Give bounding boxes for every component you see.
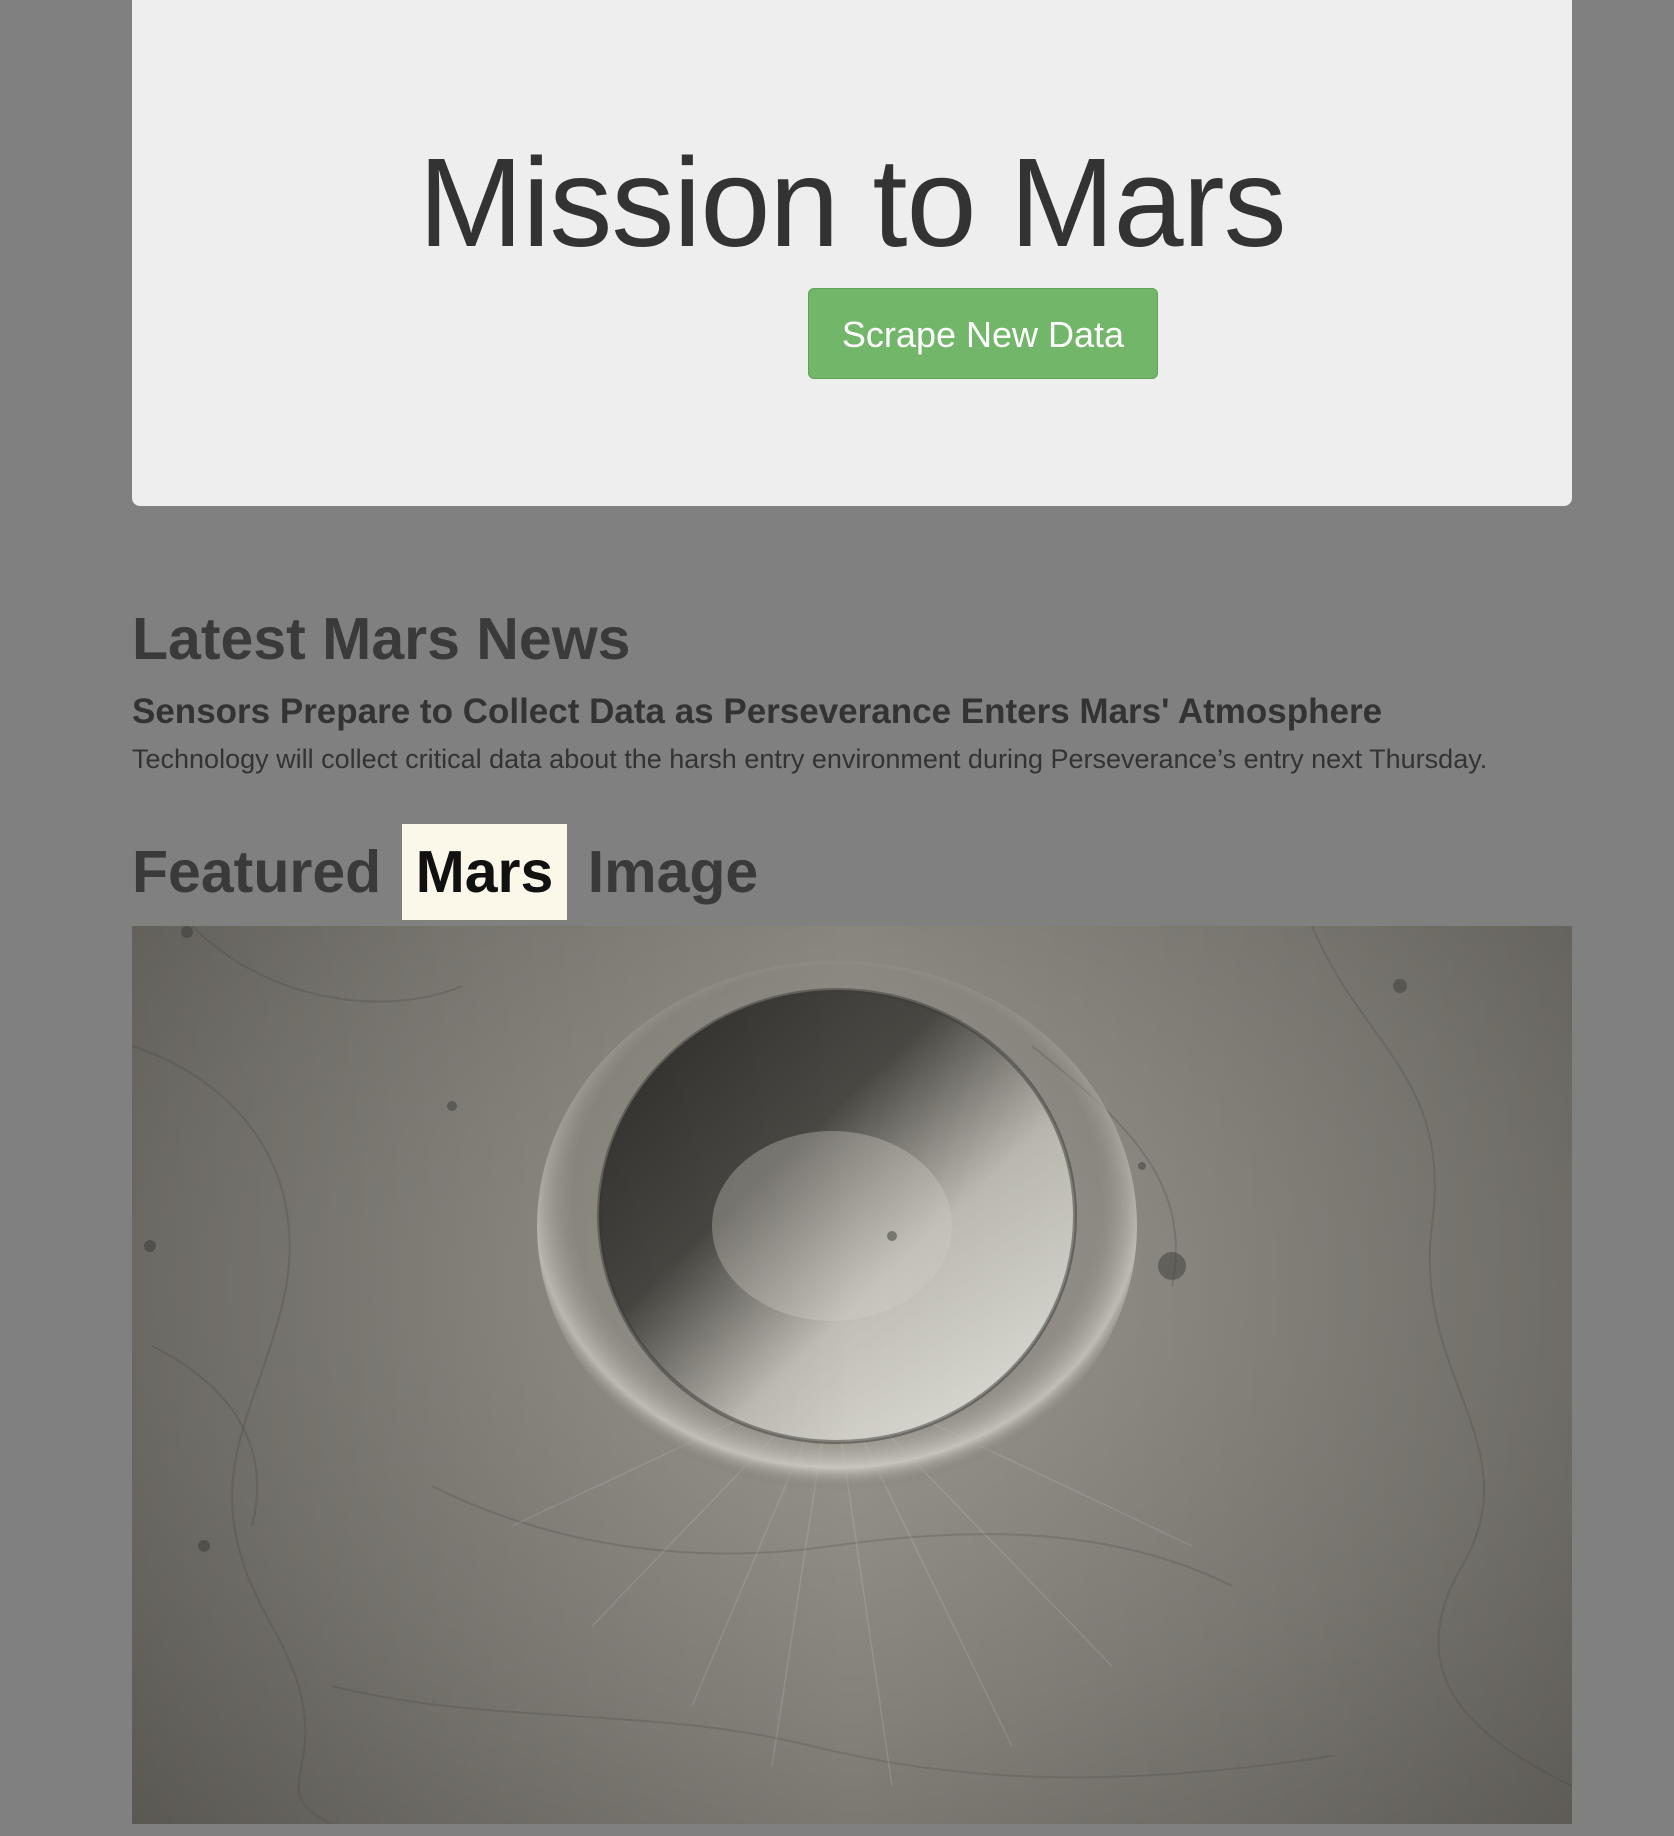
page-title: Mission to Mars	[418, 132, 1286, 273]
featured-heading-word-3: Image	[587, 839, 759, 905]
news-title: Sensors Prepare to Collect Data as Perse…	[132, 692, 1383, 731]
latest-news-heading: Latest Mars News	[132, 606, 631, 672]
scrape-new-data-button[interactable]: Scrape New Data	[808, 288, 1158, 379]
featured-heading-word-1: Featured	[132, 839, 382, 905]
featured-image-heading: Featured Mars Image	[132, 824, 758, 920]
featured-mars-crater-image	[132, 926, 1572, 1824]
highlighted-text: Mars	[401, 824, 568, 920]
news-teaser: Technology will collect critical data ab…	[132, 744, 1488, 774]
page: Mission to Mars Scrape New Data Latest M…	[0, 0, 1674, 1836]
jumbotron: Mission to Mars Scrape New Data	[132, 0, 1572, 506]
